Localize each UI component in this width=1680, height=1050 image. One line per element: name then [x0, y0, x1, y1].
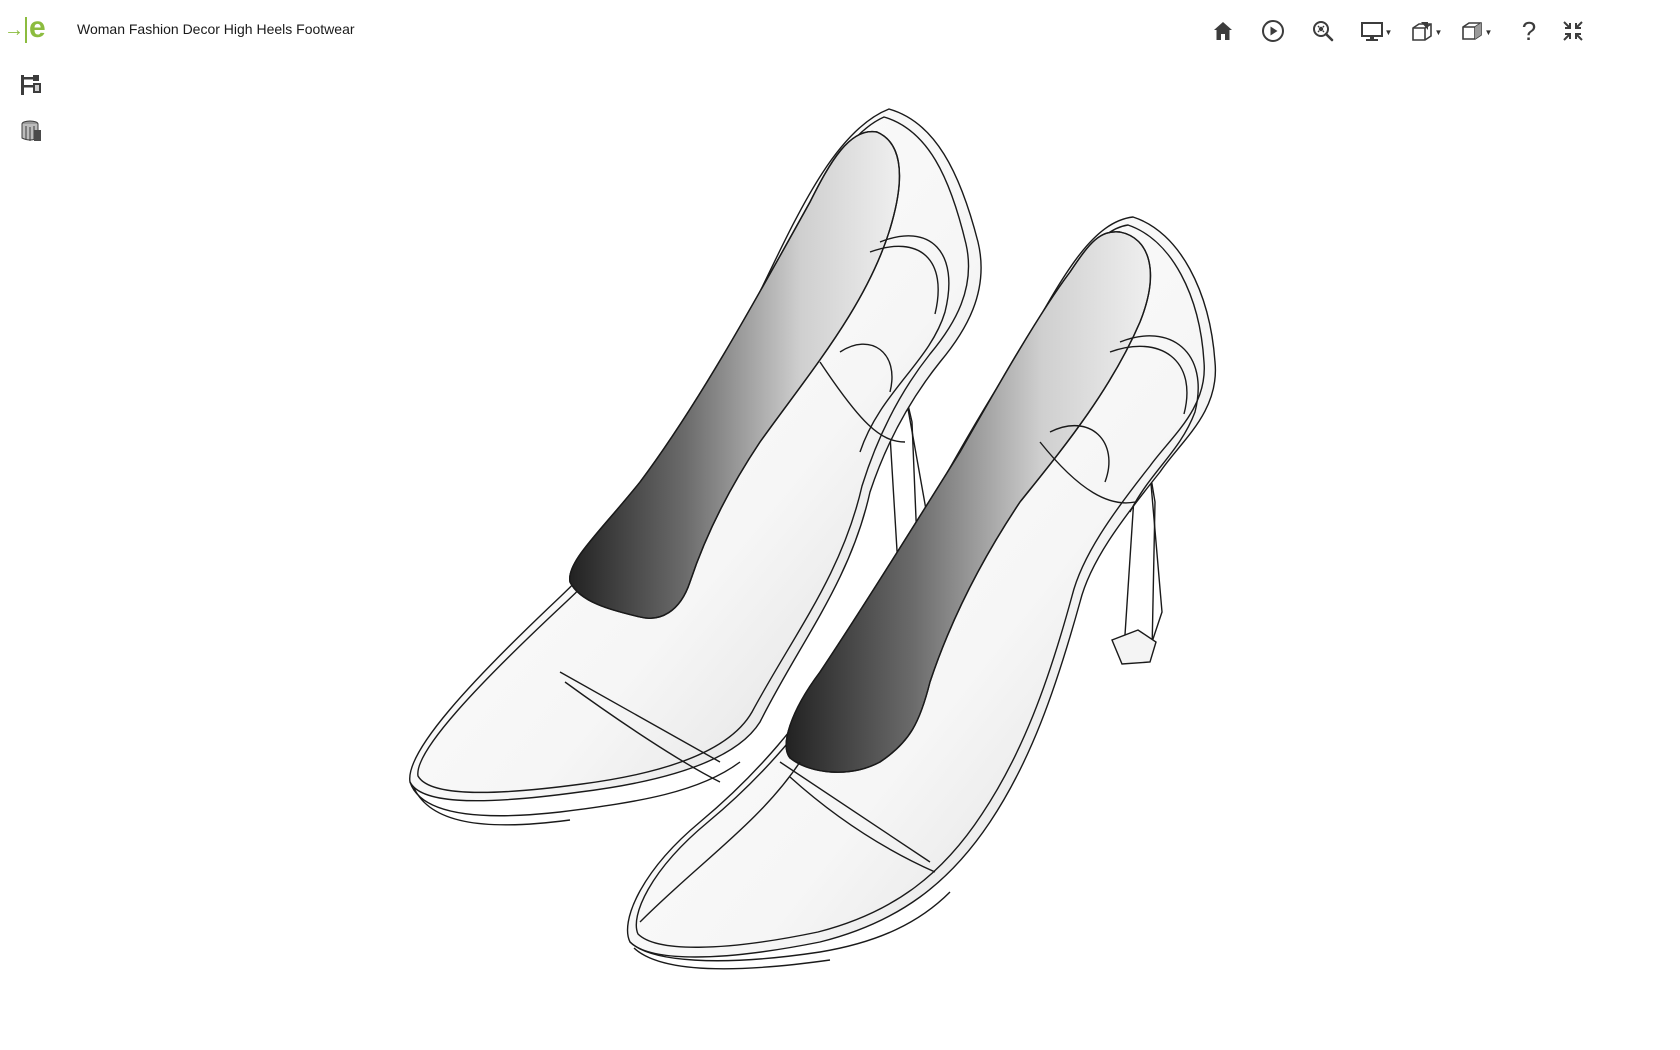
home-button[interactable] [1206, 14, 1240, 48]
home-icon [1214, 22, 1232, 40]
app-window: → e Woman Fashion Decor High Heels Footw… [0, 0, 1680, 1050]
view-cube-icon [1461, 22, 1482, 40]
3d-viewport[interactable] [0, 62, 1680, 1050]
section-view-icon [1411, 22, 1432, 41]
fullscreen-button[interactable] [1556, 14, 1590, 48]
zoom-search-icon [1313, 21, 1334, 42]
section-view-button[interactable]: ▼ [1406, 14, 1446, 48]
chevron-down-icon: ▼ [1484, 27, 1493, 37]
view-orientation-button[interactable]: ▼ [1456, 14, 1496, 48]
logo-arrow: → [4, 19, 24, 41]
help-button[interactable]: ? [1512, 14, 1546, 48]
display-monitor-icon [1360, 22, 1383, 41]
logo-bar [25, 17, 27, 43]
help-icon: ? [1521, 15, 1537, 46]
fullscreen-icon [1563, 21, 1583, 41]
play-button[interactable] [1256, 14, 1290, 48]
chevron-down-icon: ▼ [1384, 27, 1393, 37]
zoom-button[interactable] [1306, 14, 1340, 48]
play-icon [1262, 20, 1284, 42]
chevron-down-icon: ▼ [1434, 27, 1443, 37]
app-logo[interactable]: → e [4, 12, 56, 48]
model-title: Woman Fashion Decor High Heels Footwear [77, 21, 355, 37]
display-style-button[interactable]: ▼ [1356, 14, 1396, 48]
shoes-model[interactable] [0, 62, 1680, 1050]
top-bar: → e Woman Fashion Decor High Heels Footw… [0, 0, 1680, 62]
logo-letter: e [29, 11, 46, 44]
